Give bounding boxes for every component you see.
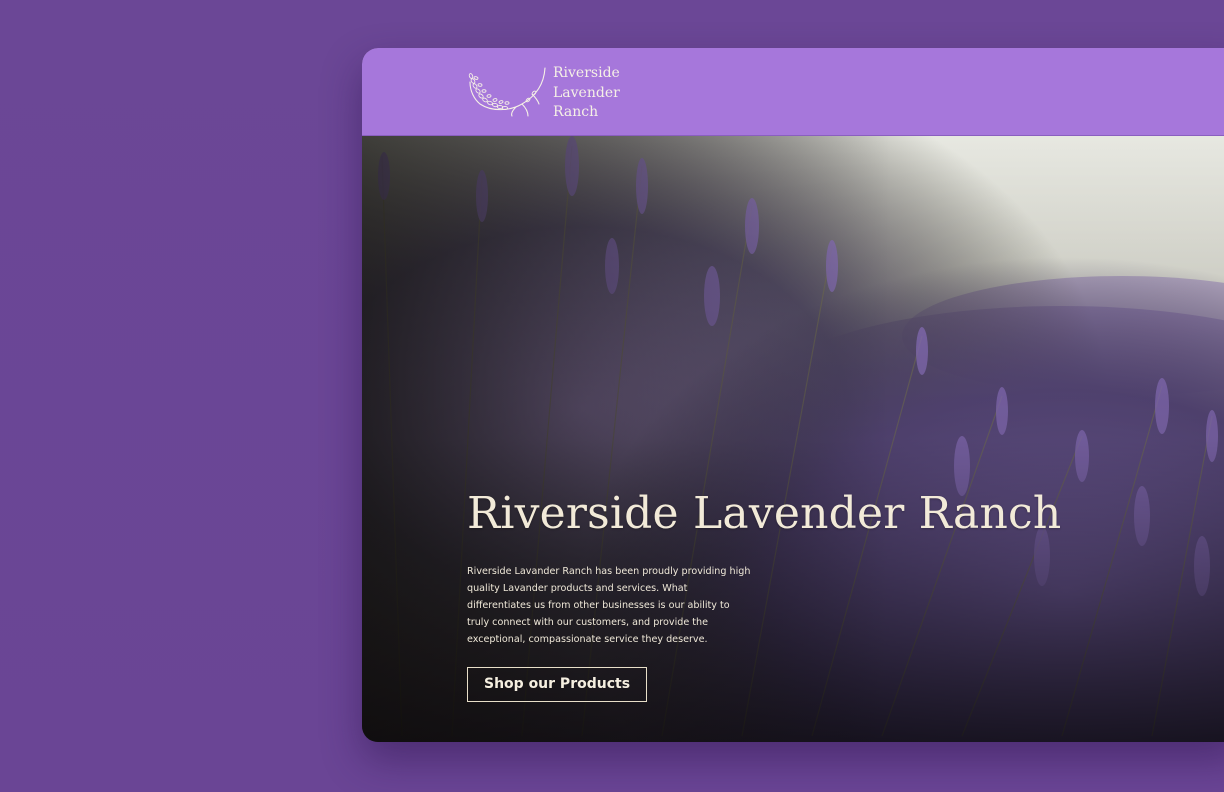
site-header: Riverside Lavender Ranch (362, 48, 1224, 136)
website-preview: Riverside Lavender Ranch Riverside Laven… (362, 48, 1224, 742)
logo-line: Riverside (553, 65, 620, 81)
logo-line: Lavender (553, 84, 620, 101)
logo-wordmark: Riverside Lavender Ranch (553, 64, 620, 123)
hero-section: Riverside Lavender Ranch Riverside Lavan… (362, 136, 1224, 742)
lavender-sprig-icon (468, 67, 546, 117)
shop-products-button[interactable]: Shop our Products (467, 667, 648, 702)
hero-description: Riverside Lavander Ranch has been proudl… (467, 566, 751, 645)
site-logo[interactable]: Riverside Lavender Ranch (466, 64, 620, 123)
hero-content: Riverside Lavender Ranch Riverside Lavan… (467, 488, 1167, 702)
logo-line: Ranch (553, 104, 599, 120)
hero-title: Riverside Lavender Ranch (467, 488, 1062, 539)
page-background: Riverside Lavender Ranch Riverside Laven… (0, 0, 1224, 792)
